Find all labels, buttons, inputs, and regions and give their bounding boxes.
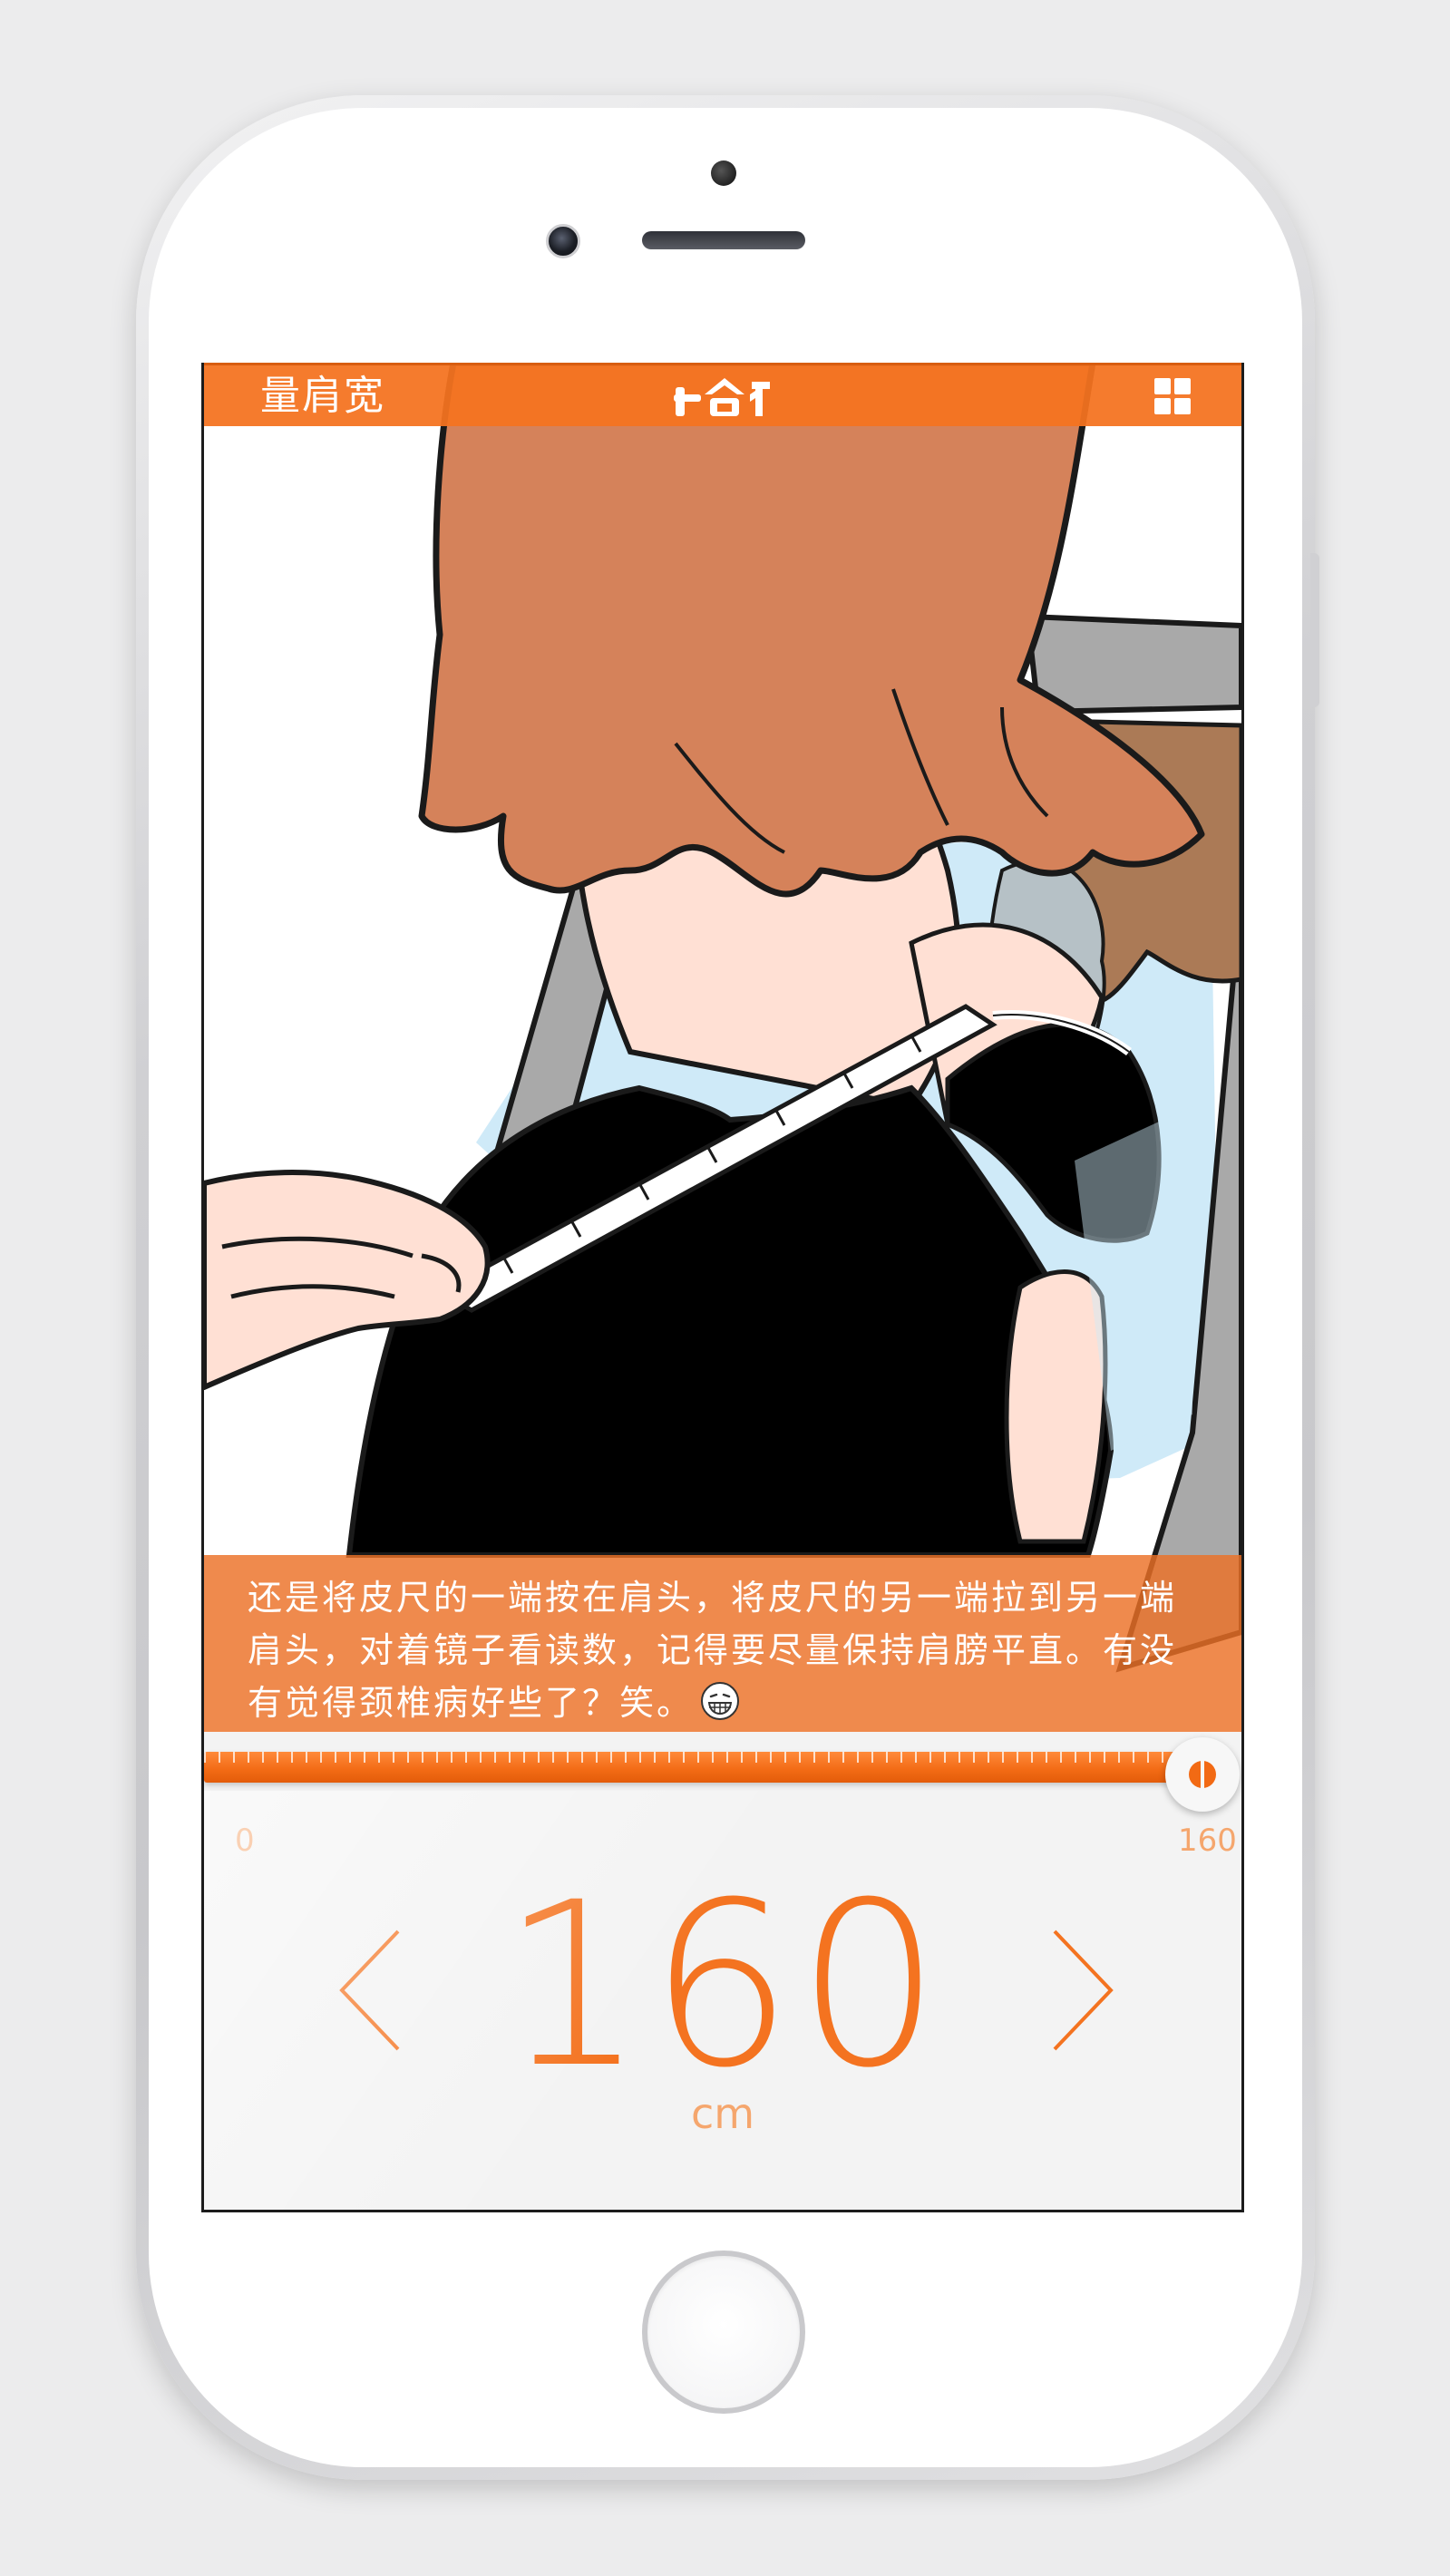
shoulder-measure-illustration: [204, 363, 1241, 1732]
range-max-label: 160: [1178, 1823, 1237, 1859]
app-logo: [674, 378, 770, 416]
chevron-right-icon[interactable]: [1046, 1922, 1118, 2058]
chevron-left-icon[interactable]: [335, 1922, 407, 2058]
page-title: 量肩宽: [260, 373, 385, 419]
ruler-track[interactable]: [204, 1752, 1211, 1783]
grid-menu-icon[interactable]: [1154, 378, 1191, 414]
app-screen: 量肩宽 还是将皮尺的一端按在肩头，将皮尺的另一端拉到另一端肩头，对着镜子看读数，…: [201, 363, 1244, 2212]
unit-label: cm: [690, 2089, 755, 2138]
header-bar: 量肩宽: [204, 363, 1241, 426]
earpiece-speaker: [642, 231, 805, 249]
proximity-sensor: [711, 160, 736, 186]
front-camera: [546, 224, 580, 258]
side-button: [1310, 553, 1319, 707]
home-button[interactable]: [642, 2250, 805, 2414]
slider-handle[interactable]: [1165, 1737, 1240, 1812]
ruler-ticks: [204, 1752, 1211, 1763]
measure-slider[interactable]: [204, 1737, 1241, 1812]
range-min-label: 0: [235, 1823, 255, 1859]
grin-face-icon: [701, 1682, 740, 1720]
instruction-caption: 还是将皮尺的一端按在肩头，将皮尺的另一端拉到另一端肩头，对着镜子看读数，记得要尽…: [204, 1555, 1241, 1732]
measurement-value: 160: [501, 1853, 945, 2117]
